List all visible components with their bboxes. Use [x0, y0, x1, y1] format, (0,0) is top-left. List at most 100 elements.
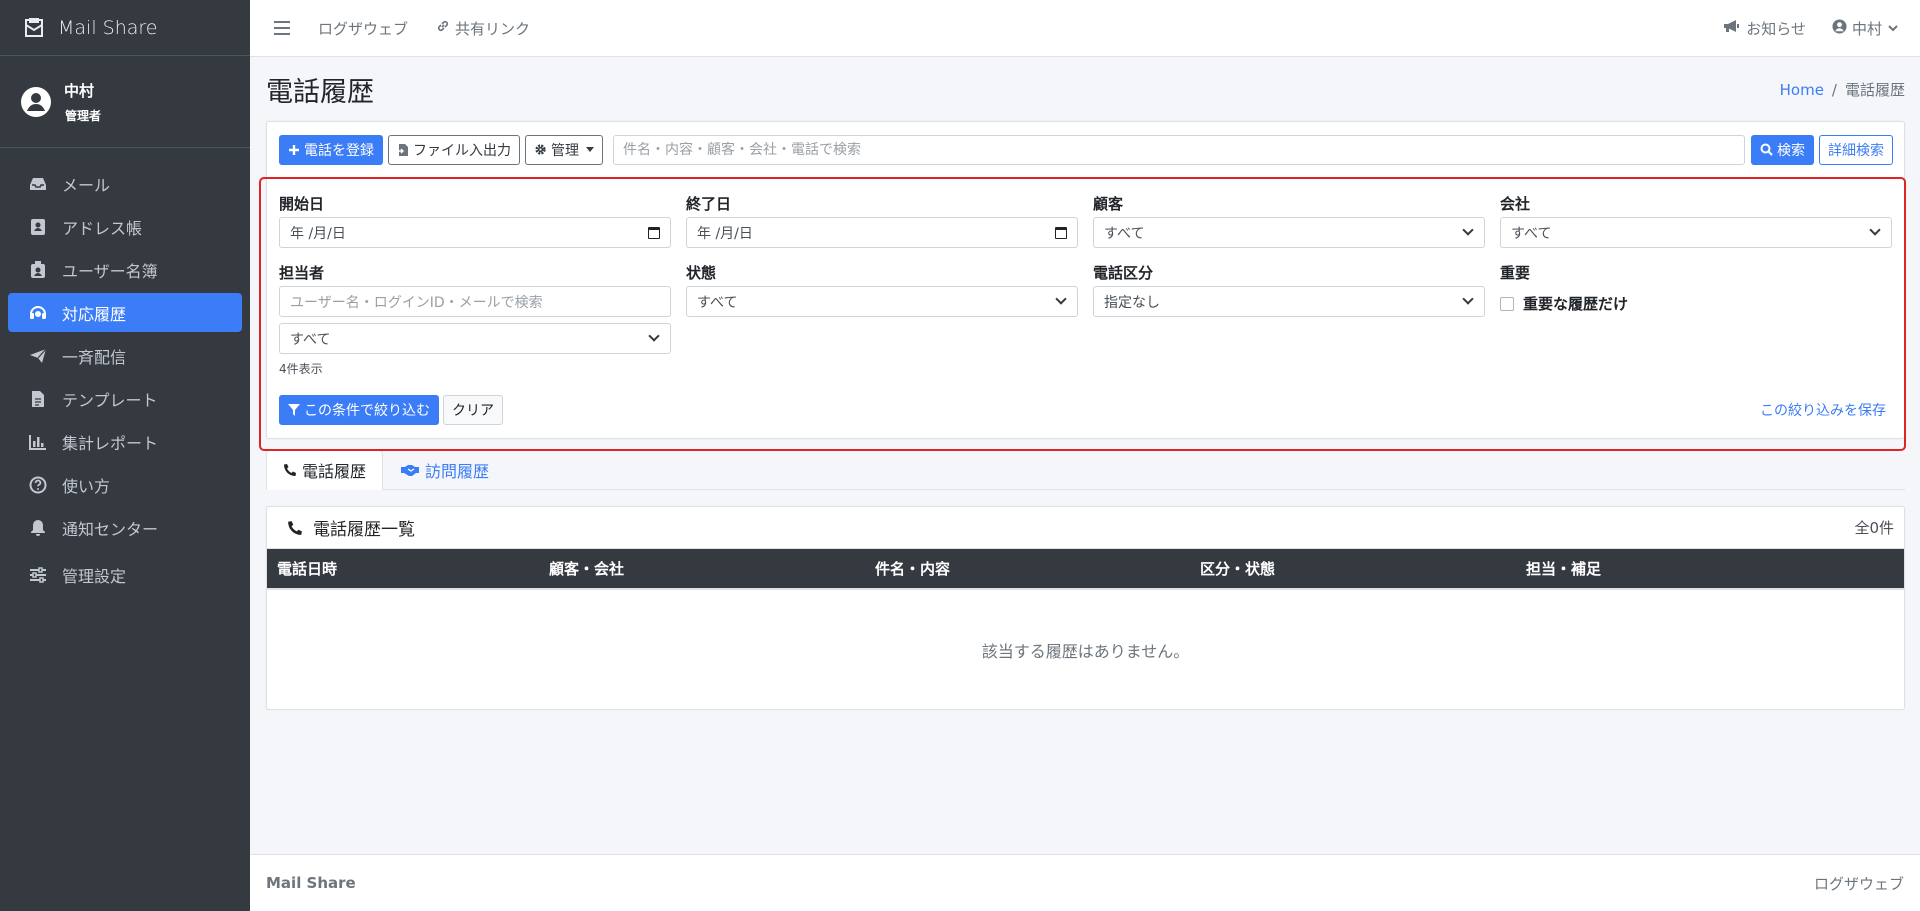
list-total-count: 全0件	[1854, 519, 1894, 537]
history-tabs: 電話履歴 訪問履歴	[266, 450, 1905, 490]
sidebar-item-mail[interactable]: メール	[8, 164, 242, 203]
main-content: 電話履歴 Home / 電話履歴 電話を登録 ファイル入出力 管理 検索	[250, 57, 1920, 854]
status-select[interactable]: すべて	[686, 286, 1078, 317]
user-name: 中村	[64, 81, 95, 100]
call-type-select[interactable]: 指定なし	[1093, 286, 1485, 317]
sidebar-item-address-book[interactable]: アドレス帳	[8, 207, 242, 246]
file-io-button[interactable]: ファイル入出力	[388, 134, 520, 165]
search-icon	[1760, 143, 1773, 156]
brand[interactable]: Mail Share	[0, 0, 250, 56]
column-header-type-status[interactable]: 区分・状態	[1190, 549, 1516, 590]
sidebar-item-broadcast[interactable]: 一斉配信	[8, 336, 242, 375]
footer-link[interactable]: ログザウェブ	[1814, 873, 1904, 894]
column-header-assignee-notes[interactable]: 担当・補足	[1516, 549, 1904, 590]
chevron-down-icon	[1462, 224, 1474, 236]
sidebar-item-notification-center[interactable]: 通知センター	[8, 508, 242, 547]
save-filter-link[interactable]: この絞り込みを保存	[1760, 400, 1886, 420]
plus-icon	[288, 144, 300, 156]
user-avatar-icon	[21, 86, 51, 117]
call-history-list-card: 電話履歴一覧 全0件 電話日時 顧客・会社 件名・内容 区分・状態 担当・補足 …	[266, 506, 1905, 710]
tab-visit-history[interactable]: 訪問履歴	[383, 450, 506, 490]
brand-logo-icon	[25, 17, 43, 37]
sidebar-item-label: 一斉配信	[62, 347, 127, 367]
toolbar: 電話を登録 ファイル入出力 管理 検索 詳細検索	[267, 122, 1904, 165]
company-select[interactable]: すべて	[1500, 217, 1892, 248]
tab-call-history[interactable]: 電話履歴	[266, 450, 384, 490]
user-role: 管理者	[65, 108, 102, 123]
end-date-input[interactable]: 年 /月/日	[686, 217, 1078, 248]
calendar-icon[interactable]	[1055, 226, 1067, 239]
top-link-label: ログザウェブ	[318, 19, 409, 38]
top-link-notices[interactable]: お知らせ	[1723, 18, 1806, 39]
customer-select[interactable]: すべて	[1093, 217, 1485, 248]
bar-chart-icon	[28, 432, 48, 452]
assignee-search-placeholder: ユーザー名・ログインID・メールで検索	[290, 294, 543, 311]
footer: Mail Share ログザウェブ	[250, 854, 1920, 911]
list-title: 電話履歴一覧	[313, 520, 415, 540]
phone-icon	[287, 520, 303, 536]
assignee-search-input[interactable]: ユーザー名・ログインID・メールで検索	[279, 286, 671, 317]
chevron-down-icon	[648, 330, 660, 342]
filter-icon	[288, 404, 300, 416]
search-button[interactable]: 検索	[1751, 134, 1814, 165]
sidebar-item-reports[interactable]: 集計レポート	[8, 422, 242, 461]
call-type-label: 電話区分	[1093, 263, 1154, 282]
headset-icon	[28, 303, 48, 323]
top-navbar: ログザウェブ 共有リンク お知らせ 中村	[250, 0, 1920, 57]
start-date-value: 年 /月/日	[290, 225, 346, 242]
assignee-select[interactable]: すべて	[279, 323, 671, 354]
top-link-label: 共有リンク	[455, 19, 531, 38]
menu-toggle-icon[interactable]	[274, 21, 290, 35]
top-link-logzaweb[interactable]: ログザウェブ	[318, 18, 408, 39]
end-date-label: 終了日	[686, 194, 732, 213]
page-title: 電話履歴	[266, 76, 374, 108]
column-header-subject-content[interactable]: 件名・内容	[865, 549, 1190, 590]
inbox-icon	[28, 174, 48, 194]
call-history-table: 電話日時 顧客・会社 件名・内容 区分・状態 担当・補足 該当する履歴はありませ…	[267, 549, 1904, 709]
button-label: ファイル入出力	[413, 142, 511, 159]
gear-icon	[534, 143, 547, 156]
search-input[interactable]	[613, 134, 1745, 165]
megaphone-icon	[1723, 19, 1741, 37]
breadcrumb-separator: /	[1831, 80, 1837, 99]
chevron-down-icon	[1888, 24, 1898, 32]
status-select-value: すべて	[697, 294, 738, 311]
brand-name: Mail Share	[58, 16, 158, 39]
sidebar-item-label: メール	[62, 175, 111, 195]
button-label: 検索	[1777, 142, 1805, 159]
button-label: 詳細検索	[1828, 142, 1884, 159]
advanced-search-button[interactable]: 詳細検索	[1819, 134, 1893, 165]
sidebar-item-history[interactable]: 対応履歴	[8, 293, 242, 332]
user-menu-label: 中村	[1851, 19, 1882, 38]
sidebar-item-how-to[interactable]: 使い方	[8, 465, 242, 504]
breadcrumb-home-link[interactable]: Home	[1780, 81, 1824, 99]
tab-label: 訪問履歴	[425, 462, 490, 481]
start-date-input[interactable]: 年 /月/日	[279, 217, 671, 248]
sidebar-item-templates[interactable]: テンプレート	[8, 379, 242, 418]
column-header-call-datetime[interactable]: 電話日時	[267, 549, 539, 590]
manage-dropdown-button[interactable]: 管理	[525, 134, 603, 165]
top-link-label: お知らせ	[1746, 19, 1806, 38]
button-label: 電話を登録	[304, 142, 374, 159]
start-date-label: 開始日	[279, 194, 325, 213]
sidebar-item-user-directory[interactable]: ユーザー名簿	[8, 250, 242, 289]
top-link-share-links[interactable]: 共有リンク	[436, 18, 530, 39]
customer-label: 顧客	[1093, 194, 1124, 213]
user-menu[interactable]: 中村	[1832, 18, 1898, 39]
sliders-icon	[28, 565, 48, 585]
end-date-value: 年 /月/日	[697, 225, 753, 242]
clear-filter-button[interactable]: クリア	[443, 395, 503, 425]
company-label: 会社	[1500, 194, 1531, 213]
important-label: 重要	[1500, 263, 1531, 282]
apply-filter-button[interactable]: この条件で絞り込む	[279, 395, 439, 425]
question-circle-icon	[28, 475, 48, 495]
sidebar-item-label: テンプレート	[62, 390, 158, 410]
important-only-checkbox[interactable]	[1500, 296, 1514, 311]
register-call-button[interactable]: 電話を登録	[279, 134, 383, 165]
important-only-label[interactable]: 重要な履歴だけ	[1523, 293, 1628, 314]
user-panel[interactable]: 中村 管理者	[0, 56, 250, 148]
column-header-customer-company[interactable]: 顧客・会社	[539, 549, 865, 590]
calendar-icon[interactable]	[648, 226, 660, 239]
sidebar-item-admin-settings[interactable]: 管理設定	[8, 555, 242, 594]
phone-icon	[283, 463, 297, 477]
